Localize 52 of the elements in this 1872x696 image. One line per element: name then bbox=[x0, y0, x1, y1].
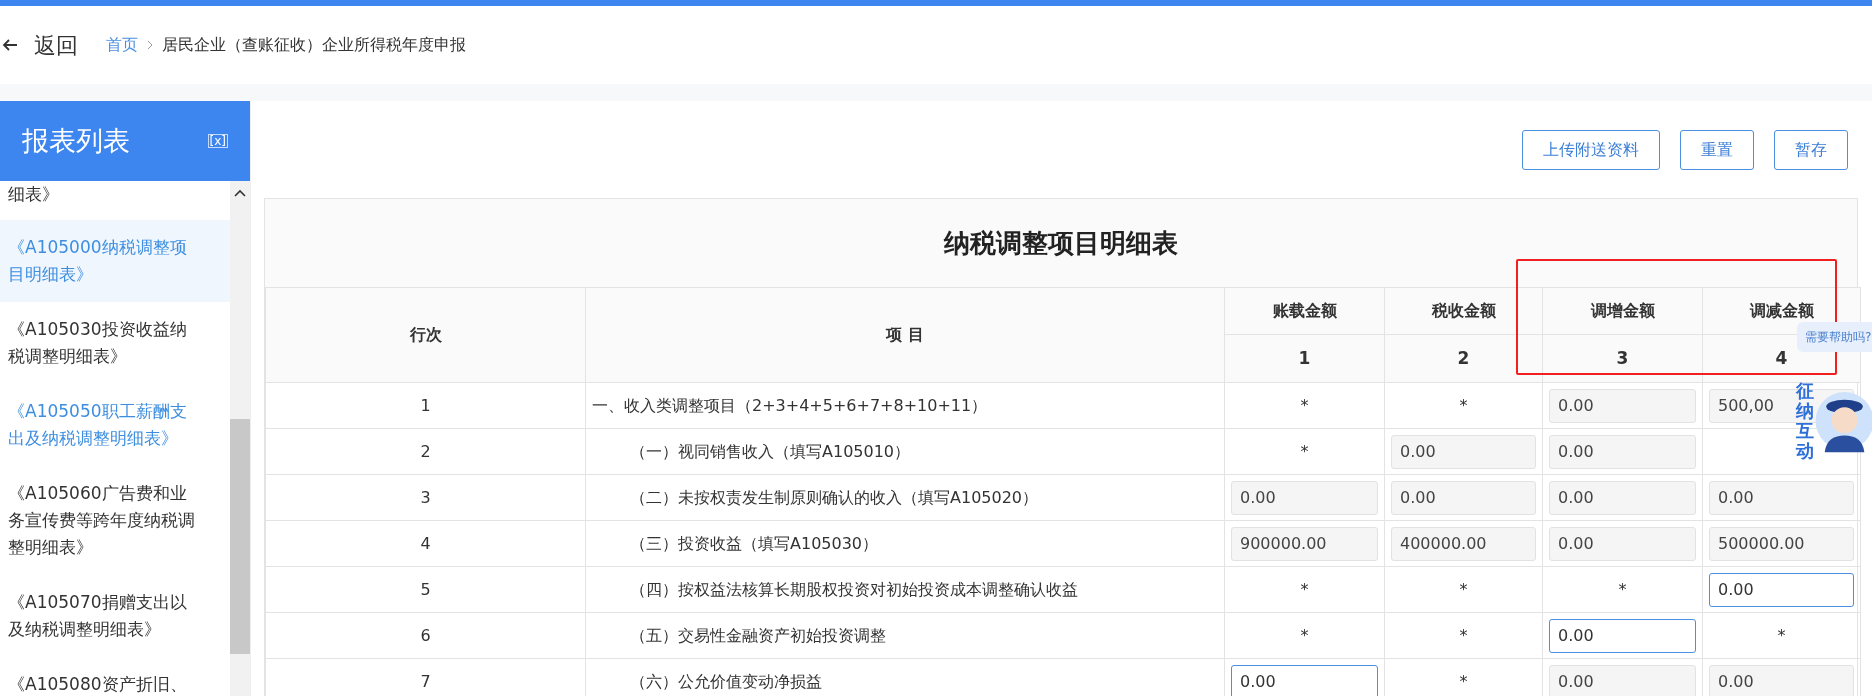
column-header: 项 目 bbox=[886, 325, 924, 344]
item-label: （四）按权益法核算长期股权投资对初始投资成本调整确认收益 bbox=[630, 579, 1078, 599]
readonly-field: 900000.00 bbox=[1231, 526, 1378, 561]
table-cell: * bbox=[1777, 625, 1786, 645]
sidebar-title: 报表列表 bbox=[22, 123, 130, 158]
row-number: 2 bbox=[420, 441, 431, 461]
item-label: （五）交易性金融资产初始投资调整 bbox=[630, 625, 886, 645]
readonly-field: 400000.00 bbox=[1391, 526, 1536, 561]
column-header: 调增金额 bbox=[1590, 301, 1655, 320]
column-header: 账载金额 bbox=[1272, 301, 1337, 320]
row-number: 1 bbox=[420, 395, 431, 415]
item-label: （二）未按权责发生制原则确认的收入（填写A105020） bbox=[630, 487, 1039, 507]
item-label: 一、收入类调整项目（2+3+4+5+6+7+8+10+11） bbox=[592, 395, 988, 415]
readonly-field: 0.00 bbox=[1549, 388, 1696, 423]
item-label: （六）公允价值变动净损益 bbox=[630, 671, 822, 691]
table-cell: * bbox=[1618, 579, 1627, 599]
column-number: 4 bbox=[1775, 347, 1788, 368]
column-header: 税收金额 bbox=[1431, 301, 1496, 320]
assistant-label: 征纳互动 bbox=[1796, 380, 1814, 461]
row-number: 7 bbox=[420, 671, 431, 691]
readonly-field: 0.00 bbox=[1549, 480, 1696, 515]
readonly-field: 0.00 bbox=[1391, 480, 1536, 515]
column-number: 3 bbox=[1616, 347, 1629, 368]
table-cell: * bbox=[1459, 579, 1468, 599]
readonly-field: 0.00 bbox=[1391, 434, 1536, 469]
readonly-field: 0.00 bbox=[1549, 526, 1696, 561]
item-label: （一）视同销售收入（填写A105010） bbox=[630, 441, 911, 461]
table-title: 纳税调整项目明细表 bbox=[265, 199, 1857, 287]
readonly-field: 0.00 bbox=[1549, 434, 1696, 469]
column-number: 1 bbox=[1298, 347, 1311, 368]
column-header: 调减金额 bbox=[1749, 301, 1814, 320]
table-cell: * bbox=[1300, 579, 1309, 599]
table-cell: * bbox=[1300, 395, 1309, 415]
item-label: （三）投资收益（填写A105030） bbox=[630, 533, 879, 553]
readonly-field: 0.00 bbox=[1231, 480, 1378, 515]
readonly-field: 0.00 bbox=[1549, 664, 1696, 696]
table-cell: * bbox=[1459, 671, 1468, 691]
table-cell: * bbox=[1300, 441, 1309, 461]
row-number: 4 bbox=[420, 533, 431, 553]
row-number: 5 bbox=[420, 579, 431, 599]
readonly-field: 500000.00 bbox=[1709, 526, 1854, 561]
table-cell: * bbox=[1459, 395, 1468, 415]
row-number: 3 bbox=[420, 487, 431, 507]
breadcrumb-current: 居民企业（查账征收）企业所得税年度申报 bbox=[162, 34, 466, 56]
readonly-field: 0.00 bbox=[1709, 664, 1854, 696]
row-number: 6 bbox=[420, 625, 431, 645]
help-tooltip: 需要帮助吗? bbox=[1797, 322, 1872, 352]
table-cell: * bbox=[1459, 625, 1468, 645]
table-cell: * bbox=[1300, 625, 1309, 645]
column-number: 2 bbox=[1457, 347, 1470, 368]
column-header: 行次 bbox=[409, 325, 442, 344]
readonly-field: 0.00 bbox=[1709, 480, 1854, 515]
